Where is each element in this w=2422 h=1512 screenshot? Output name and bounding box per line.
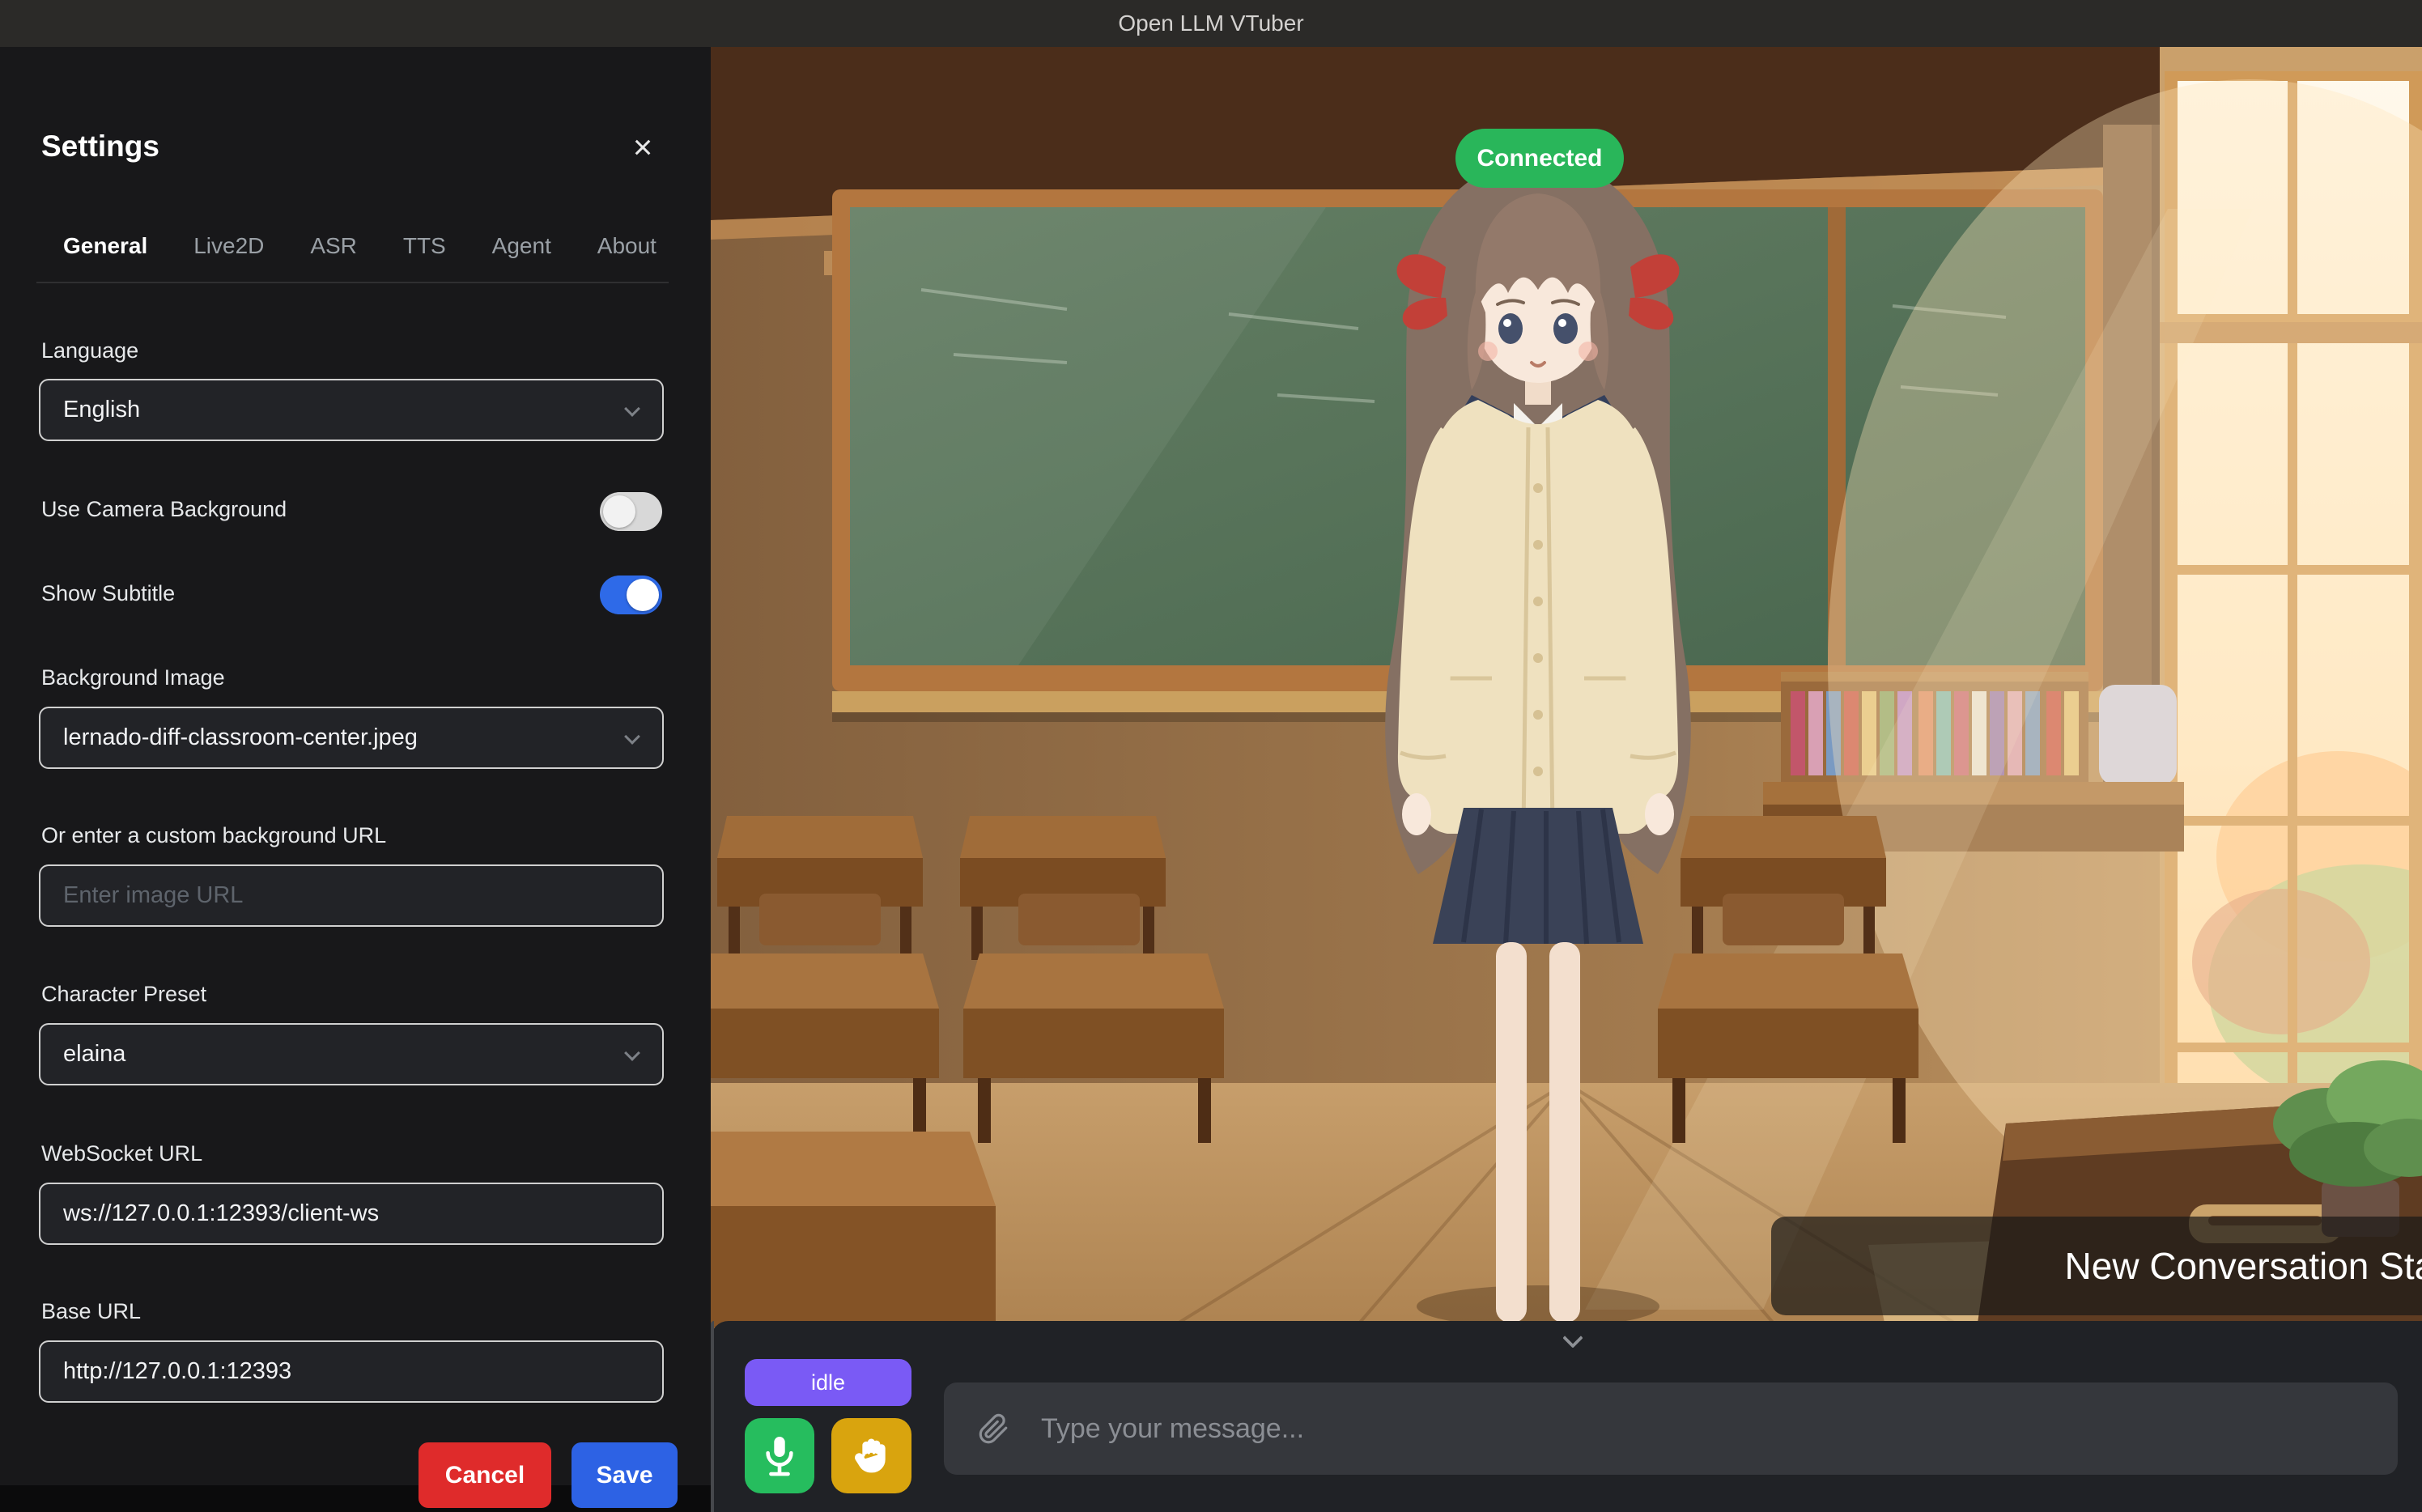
websocket-url-label: WebSocket URL (41, 1141, 202, 1166)
vtuber-stage: Connected New Conversation Started (711, 47, 2422, 1512)
tabs-divider (36, 282, 669, 283)
message-input[interactable] (944, 1382, 2398, 1475)
base-url-label: Base URL (41, 1299, 141, 1324)
tab-about[interactable]: About (597, 233, 656, 259)
ai-state-label: idle (811, 1370, 845, 1395)
settings-panel: Settings × General Live2D ASR TTS Agent … (0, 47, 711, 1485)
subtitle-text: New Conversation Started (2065, 1244, 2422, 1288)
background-image-select[interactable]: lernado-diff-classroom-center.jpeg (39, 707, 664, 769)
base-url-input[interactable] (39, 1340, 664, 1403)
tab-general[interactable]: General (63, 233, 147, 259)
show-subtitle-toggle[interactable] (600, 575, 662, 614)
close-settings-button[interactable]: × (617, 123, 669, 172)
subtitle-overlay: New Conversation Started (1771, 1217, 2422, 1315)
chevron-down-icon (1562, 1327, 1583, 1348)
toggle-knob (627, 579, 659, 611)
character-preset-label: Character Preset (41, 982, 206, 1007)
background-image-value: lernado-diff-classroom-center.jpeg (63, 724, 418, 751)
tab-asr[interactable]: ASR (310, 233, 357, 259)
tab-live2d[interactable]: Live2D (193, 233, 264, 259)
use-camera-background-toggle[interactable] (600, 492, 662, 531)
connection-status-badge[interactable]: Connected (1455, 129, 1624, 188)
chevron-down-icon (624, 401, 640, 417)
custom-background-url-label: Or enter a custom background URL (41, 823, 386, 848)
custom-background-url-input[interactable] (39, 864, 664, 927)
raised-hand-icon (852, 1436, 892, 1476)
window-titlebar: Open LLM VTuber (0, 0, 2422, 47)
language-select[interactable]: English (39, 379, 664, 441)
cancel-button[interactable]: Cancel (419, 1442, 551, 1508)
collapse-footer-button[interactable] (1555, 1324, 1591, 1352)
message-footer: idle (711, 1321, 2422, 1512)
toggle-knob (603, 495, 635, 528)
language-value: English (63, 397, 140, 423)
use-camera-background-label: Use Camera Background (41, 497, 287, 522)
websocket-url-input[interactable] (39, 1183, 664, 1245)
tab-tts[interactable]: TTS (403, 233, 446, 259)
settings-tabs: General Live2D ASR TTS Agent About (63, 233, 656, 259)
language-label: Language (41, 338, 138, 363)
connection-status-label: Connected (1477, 145, 1602, 172)
tab-agent[interactable]: Agent (492, 233, 551, 259)
character-preset-select[interactable]: elaina (39, 1023, 664, 1085)
background-image-label: Background Image (41, 665, 225, 690)
character-preset-value: elaina (63, 1041, 125, 1068)
interrupt-button[interactable] (831, 1418, 911, 1493)
ai-state-badge[interactable]: idle (745, 1359, 911, 1406)
settings-title: Settings (41, 130, 159, 164)
chevron-down-icon (624, 728, 640, 745)
show-subtitle-label: Show Subtitle (41, 581, 175, 606)
window-title: Open LLM VTuber (1118, 11, 1303, 36)
save-button[interactable]: Save (572, 1442, 678, 1508)
microphone-button[interactable] (745, 1418, 814, 1493)
chevron-down-icon (624, 1045, 640, 1061)
microphone-icon (761, 1433, 798, 1479)
